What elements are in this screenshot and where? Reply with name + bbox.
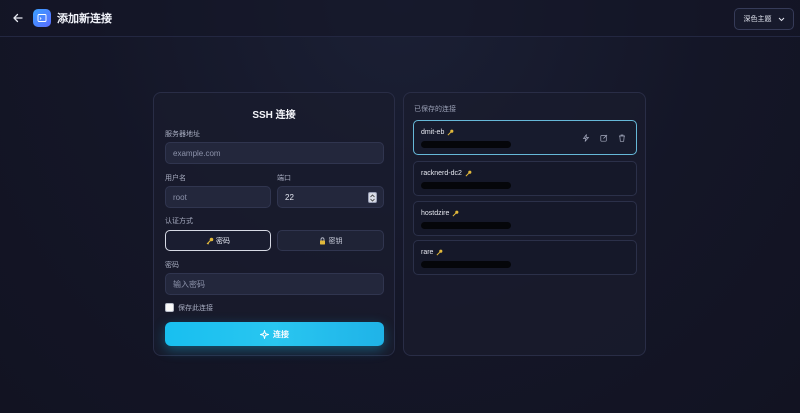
saved-connection-name-text: rare [421, 249, 434, 256]
saved-connection-item[interactable]: dmit-eb [413, 120, 637, 155]
auth-password-button[interactable]: 密码 [165, 230, 271, 251]
form-title: SSH 连接 [252, 110, 296, 121]
saved-connection-name: dmit-eb [421, 129, 454, 136]
saved-connection-name: rare [421, 249, 443, 256]
server-label: 服务器地址 [165, 131, 200, 138]
port-value: 22 [285, 192, 294, 202]
theme-select-value: 深色主题 [743, 16, 772, 23]
saved-connection-item[interactable]: rare [413, 240, 637, 275]
auth-password-label: 密码 [216, 237, 230, 245]
connect-label: 连接 [273, 329, 289, 339]
saved-connection-name-text: dmit-eb [421, 129, 445, 136]
chevron-down-icon [778, 17, 784, 21]
username-input[interactable]: root [165, 186, 271, 208]
sparkle-icon [260, 329, 269, 339]
lightning-icon [582, 133, 589, 142]
saved-connection-item[interactable]: hostdzire [413, 201, 637, 236]
username-placeholder: root [173, 192, 187, 202]
redacted-host [421, 182, 511, 189]
server-input[interactable]: example.com [165, 142, 384, 164]
page-title: 添加新连接 [57, 13, 112, 25]
auth-label: 认证方式 [165, 218, 193, 225]
auth-key-label: 密钥 [328, 237, 343, 245]
lock-key-icon [319, 236, 325, 244]
connect-button[interactable]: 连接 [165, 322, 384, 346]
trash-icon [618, 134, 625, 142]
saved-connection-name-text: racknerd-dc2 [421, 170, 462, 177]
redacted-host [421, 222, 511, 229]
username-label: 用户名 [165, 175, 186, 182]
save-connection-checkbox[interactable] [165, 303, 174, 312]
saved-connections-title: 已保存的连接 [414, 106, 456, 113]
top-bar: 添加新连接 深色主题 [0, 0, 800, 37]
quick-connect-button[interactable] [581, 133, 590, 142]
connection-actions [581, 133, 626, 142]
password-placeholder: 输入密码 [173, 279, 205, 289]
key-icon [436, 249, 443, 256]
save-connection-label: 保存此连接 [178, 305, 213, 312]
port-stepper[interactable] [368, 192, 377, 203]
port-label: 端口 [277, 175, 291, 182]
saved-connection-item[interactable]: racknerd-dc2 [413, 161, 637, 196]
saved-connection-name: hostdzire [421, 210, 459, 217]
saved-connection-name: racknerd-dc2 [421, 170, 472, 177]
terminal-window-icon [33, 9, 51, 27]
server-placeholder: example.com [173, 148, 221, 158]
theme-select[interactable]: 深色主题 [734, 8, 794, 30]
key-icon [206, 237, 214, 244]
edit-button[interactable] [599, 133, 608, 142]
redacted-host [421, 261, 511, 268]
password-label: 密码 [165, 262, 179, 269]
redacted-host [421, 141, 511, 148]
key-icon [452, 210, 459, 217]
arrow-left-icon [13, 13, 23, 23]
password-input[interactable]: 输入密码 [165, 273, 384, 295]
key-icon [447, 129, 454, 136]
key-icon [465, 170, 472, 177]
back-button[interactable] [8, 8, 28, 28]
edit-icon [599, 134, 607, 142]
auth-key-button[interactable]: 密钥 [277, 230, 384, 251]
delete-button[interactable] [617, 133, 626, 142]
saved-connection-name-text: hostdzire [421, 210, 450, 217]
port-input[interactable]: 22 [277, 186, 384, 208]
